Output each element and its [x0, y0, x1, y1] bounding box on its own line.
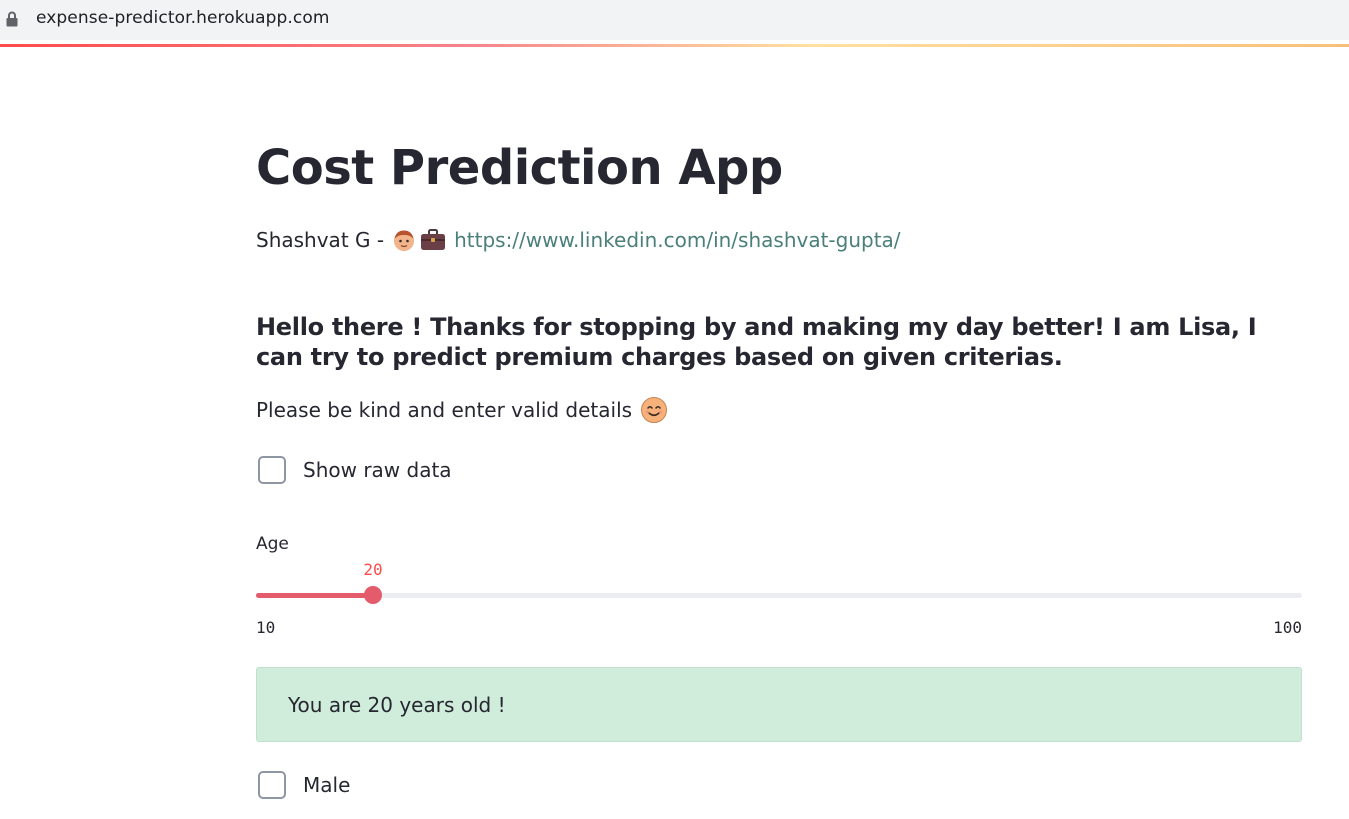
author-line: Shashvat G - https://www.linkedin.com/in…: [256, 228, 901, 252]
age-success-text: You are 20 years old !: [288, 692, 506, 717]
age-slider-track[interactable]: [256, 593, 1302, 598]
male-checkbox[interactable]: Male: [258, 771, 350, 799]
show-raw-data-label: Show raw data: [303, 458, 452, 482]
age-slider-label: Age: [256, 534, 289, 554]
show-raw-data-checkbox-box[interactable]: [258, 456, 286, 484]
author-prefix: Shashvat G -: [256, 228, 385, 252]
age-slider-value: 20: [363, 560, 383, 579]
kind-text: Please be kind and enter valid details: [256, 398, 633, 422]
age-slider-thumb[interactable]: [364, 586, 382, 604]
male-checkbox-box[interactable]: [258, 771, 286, 799]
age-slider-fill: [256, 593, 373, 598]
address-url[interactable]: expense-predictor.herokuapp.com: [36, 8, 329, 28]
age-success-message: You are 20 years old !: [256, 667, 1302, 742]
kind-message: Please be kind and enter valid details: [256, 396, 668, 424]
show-raw-data-checkbox[interactable]: Show raw data: [258, 456, 452, 484]
browser-address-bar[interactable]: expense-predictor.herokuapp.com: [0, 0, 1349, 40]
lock-icon: [6, 11, 18, 27]
linkedin-link[interactable]: https://www.linkedin.com/in/shashvat-gup…: [454, 228, 900, 252]
age-slider-max: 100: [1273, 618, 1302, 637]
page-title: Cost Prediction App: [256, 140, 783, 196]
header-decoration-bar: [0, 44, 1349, 47]
person-emoji-icon: [392, 228, 416, 252]
male-label: Male: [303, 773, 351, 797]
age-slider-min: 10: [256, 618, 276, 637]
smiling-face-emoji-icon: [640, 396, 668, 424]
greeting-heading: Hello there ! Thanks for stopping by and…: [256, 313, 1257, 371]
briefcase-emoji-icon: [420, 228, 446, 252]
